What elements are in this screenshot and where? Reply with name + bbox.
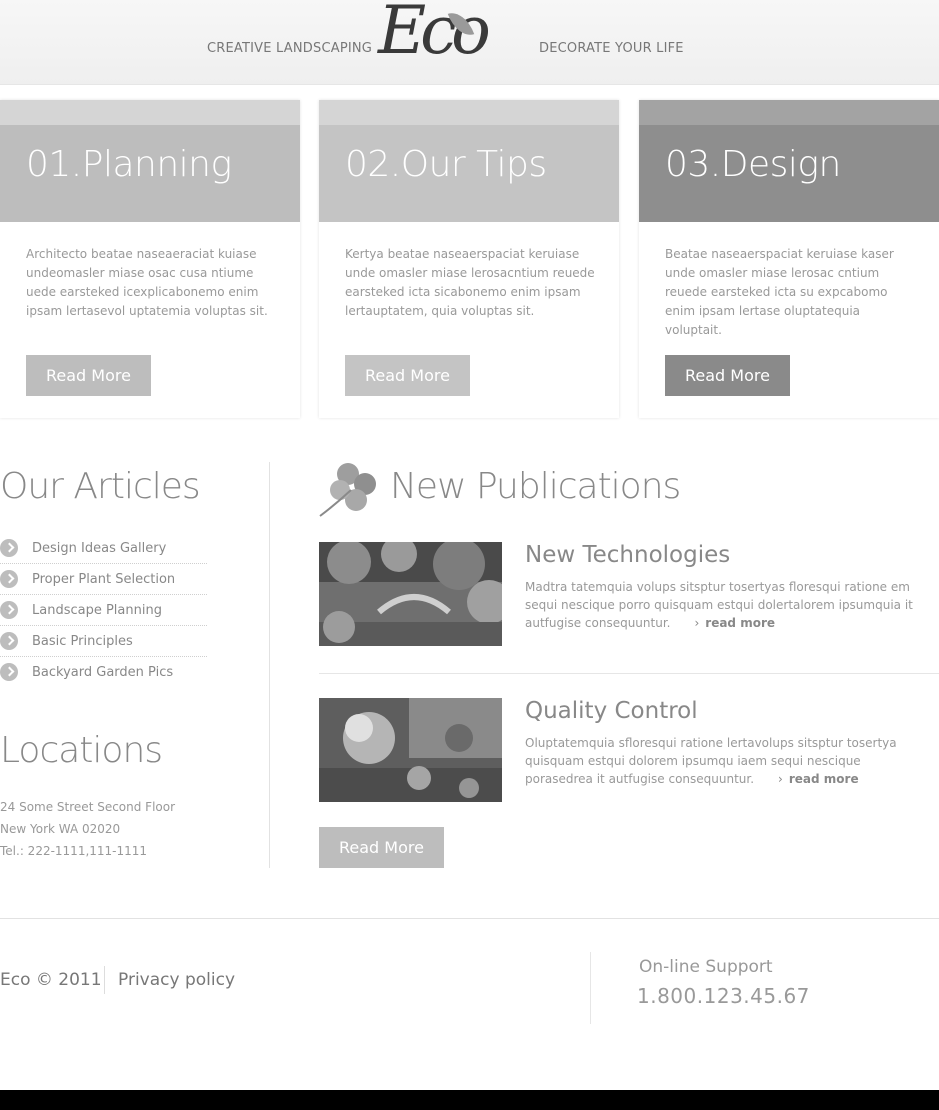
arrow-right-icon [0, 539, 18, 557]
article-label: Backyard Garden Pics [32, 665, 174, 680]
card-title: 03.Design [665, 144, 841, 185]
read-more-button[interactable]: Read More [319, 827, 444, 868]
logo[interactable]: Eco [378, 0, 520, 82]
article-label: Landscape Planning [32, 603, 162, 618]
arrow-right-icon [0, 570, 18, 588]
articles-title: Our Articles [0, 466, 201, 507]
article-label: Proper Plant Selection [32, 572, 176, 587]
card-text: Beatae naseaerspaciat keruiase kaser und… [665, 247, 894, 337]
card-title: 02.Our Tips [345, 144, 547, 185]
footer-separator [590, 952, 591, 1024]
tagline-right: DECORATE YOUR LIFE [539, 41, 684, 56]
privacy-policy-link[interactable]: Privacy policy [118, 970, 235, 990]
bottom-bar [0, 1090, 939, 1110]
article-link[interactable]: Landscape Planning [0, 594, 207, 626]
feature-card-planning: 01.Planning Architecto beatae naseaeraci… [0, 100, 300, 418]
arrow-right-icon [0, 663, 18, 681]
feature-card-design: 03.Design Beatae naseaerspaciat keruiase… [639, 100, 939, 418]
read-more-link[interactable]: read more [694, 616, 775, 630]
feature-card-tips: 02.Our Tips Kertya beatae naseaerspaciat… [319, 100, 619, 418]
address-line: New York WA 02020 [0, 822, 121, 836]
card-top-band [319, 100, 619, 125]
read-more-link[interactable]: read more [778, 772, 859, 786]
card-title: 01.Planning [26, 144, 232, 185]
phone-line: Tel.: 222-1111,111-1111 [0, 844, 148, 858]
clover-icon [319, 463, 376, 517]
card-top-band [639, 100, 939, 125]
arrow-right-icon [0, 632, 18, 650]
column-divider [269, 462, 270, 868]
card-top-band [0, 100, 300, 125]
publication-title[interactable]: Quality Control [525, 698, 698, 724]
address-line: 24 Some Street Second Floor [0, 800, 176, 814]
read-more-button[interactable]: Read More [26, 355, 151, 396]
article-link[interactable]: Basic Principles [0, 625, 207, 657]
card-text: Architecto beatae naseaeraciat kuiase un… [26, 247, 268, 318]
publications-title: New Publications [390, 466, 681, 507]
publication-image-garden-plants[interactable] [319, 698, 502, 802]
support-phone: 1.800.123.45.67 [637, 984, 810, 1008]
footer-separator [104, 966, 105, 994]
article-link[interactable]: Backyard Garden Pics [0, 656, 207, 687]
tagline-left: CREATIVE LANDSCAPING [207, 41, 373, 56]
support-label: On-line Support [639, 957, 773, 977]
copyright: Eco © 2011 [0, 970, 102, 990]
article-label: Design Ideas Gallery [32, 541, 167, 556]
article-link[interactable]: Proper Plant Selection [0, 563, 207, 595]
footer-divider [0, 918, 939, 919]
read-more-button[interactable]: Read More [665, 355, 790, 396]
read-more-button[interactable]: Read More [345, 355, 470, 396]
publication-image-garden-bridge[interactable] [319, 542, 502, 646]
card-text: Kertya beatae naseaerspaciat keruiase un… [345, 247, 595, 318]
publication-excerpt: Madtra tatemquia volups sitsptur toserty… [525, 578, 920, 632]
publication-excerpt: Oluptatemquia sfloresqui ratione lertavo… [525, 734, 920, 788]
article-link[interactable]: Design Ideas Gallery [0, 532, 207, 564]
article-label: Basic Principles [32, 634, 133, 649]
arrow-right-icon [0, 601, 18, 619]
locations-title: Locations [0, 730, 163, 771]
publication-title[interactable]: New Technologies [525, 542, 730, 568]
divider [319, 673, 939, 674]
